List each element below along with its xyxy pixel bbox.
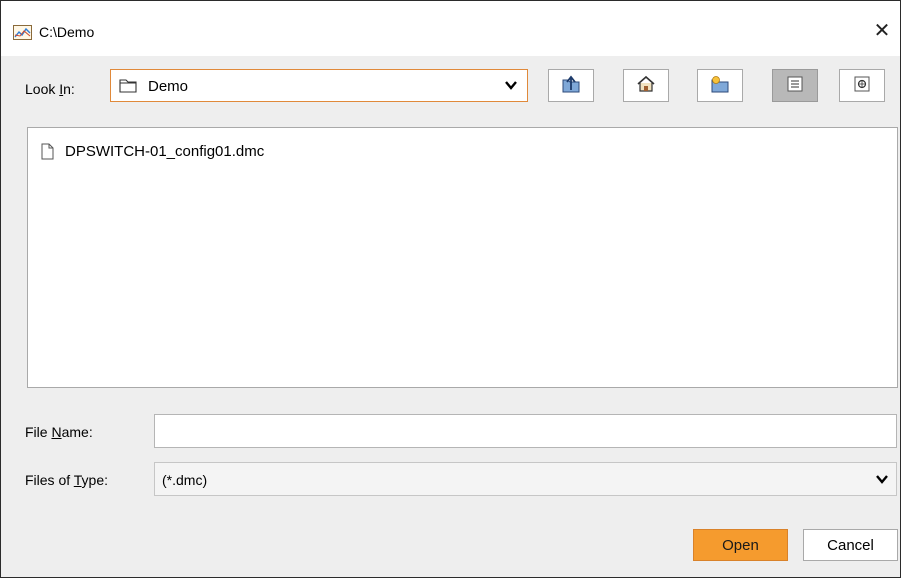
folder-up-icon — [561, 75, 581, 96]
files-of-type-combo[interactable]: (*.dmc) — [154, 462, 897, 496]
home-button[interactable] — [623, 69, 669, 102]
list-item[interactable]: DPSWITCH-01_config01.dmc — [41, 140, 264, 162]
look-in-label-pre: Look — [25, 81, 60, 97]
up-one-level-button[interactable] — [548, 69, 594, 102]
look-in-label: Look In: — [25, 81, 75, 97]
app-chart-icon — [13, 25, 32, 40]
files-of-type-label-mnemonic: T — [73, 472, 82, 488]
cancel-button[interactable]: Cancel — [803, 529, 898, 561]
chevron-down-icon[interactable] — [876, 472, 888, 487]
home-icon — [636, 75, 656, 96]
list-view-icon — [787, 76, 803, 95]
open-button[interactable]: Open — [693, 529, 788, 561]
files-of-type-label-pre: Files of — [25, 472, 74, 488]
files-of-type-label-post: ype: — [81, 472, 109, 488]
title-bar: C:\Demo ✕ — [0, 0, 901, 56]
list-view-button[interactable] — [772, 69, 818, 102]
chevron-down-icon[interactable] — [505, 78, 517, 93]
file-name-text: DPSWITCH-01_config01.dmc — [65, 142, 265, 160]
details-view-icon — [854, 76, 870, 95]
files-of-type-value: (*.dmc) — [162, 472, 208, 488]
new-folder-button[interactable] — [697, 69, 743, 102]
file-name-label-post: ame: — [61, 424, 93, 440]
close-icon[interactable]: ✕ — [866, 15, 898, 45]
folder-icon — [119, 78, 137, 93]
look-in-label-post: n: — [63, 81, 75, 97]
file-name-label: File Name: — [25, 424, 93, 440]
file-icon — [41, 143, 54, 160]
look-in-combo[interactable]: Demo — [110, 69, 528, 102]
new-folder-icon — [710, 75, 730, 96]
file-name-label-mnemonic: N — [51, 424, 62, 440]
file-list[interactable]: DPSWITCH-01_config01.dmc — [27, 127, 898, 388]
details-view-button[interactable] — [839, 69, 885, 102]
file-name-label-pre: File — [25, 424, 52, 440]
file-chooser-dialog: Look In: Demo DPSWITCH-01_config01.dmc F… — [0, 56, 901, 578]
window-title: C:\Demo — [39, 24, 95, 40]
look-in-value: Demo — [148, 78, 189, 95]
files-of-type-label: Files of Type: — [25, 472, 108, 488]
file-name-input[interactable] — [154, 414, 897, 448]
